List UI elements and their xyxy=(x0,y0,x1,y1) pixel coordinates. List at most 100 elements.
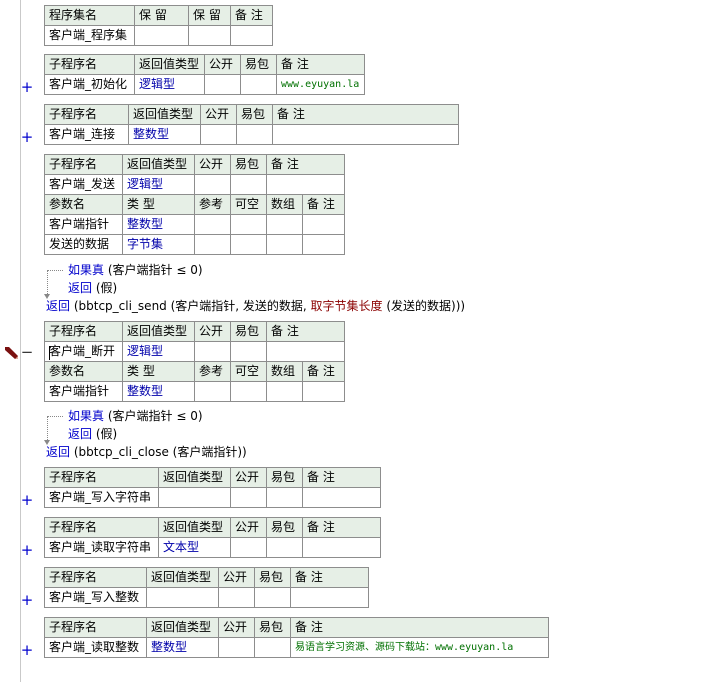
param-type-cell[interactable]: 字节集 xyxy=(122,234,195,255)
note-cell[interactable] xyxy=(290,587,369,608)
epackage-cell[interactable] xyxy=(240,74,277,95)
return-type-header: 返回值类型 xyxy=(134,54,205,75)
expand-icon[interactable]: + xyxy=(20,80,34,95)
sub-name-cell[interactable]: 客户端_断开 xyxy=(44,341,123,362)
param-optional-cell[interactable] xyxy=(230,234,267,255)
epackage-cell[interactable] xyxy=(266,487,303,508)
keyword: 如果真 xyxy=(68,409,105,423)
param-array-cell[interactable] xyxy=(266,214,303,235)
sub-name-cell[interactable]: 客户端_初始化 xyxy=(44,74,135,95)
public-header: 公开 xyxy=(204,54,241,75)
param-name-cell[interactable]: 客户端指针 xyxy=(44,381,123,402)
sub-table-read-int: 子程序名 返回值类型 公开 易包 备 注 客户端_读取整数 整数型 易语言学习资… xyxy=(44,617,549,658)
public-cell[interactable] xyxy=(200,124,237,145)
public-cell[interactable] xyxy=(194,174,231,195)
note-cell[interactable] xyxy=(266,341,345,362)
param-name-cell[interactable]: 发送的数据 xyxy=(44,234,123,255)
note-cell[interactable]: 易语言学习资源、源码下载站：www.eyuyan.la xyxy=(290,637,549,658)
keyword: 返回 xyxy=(68,427,93,441)
return-type-cell[interactable] xyxy=(158,487,231,508)
sub-name-cell[interactable]: 客户端_读取字符串 xyxy=(44,537,159,558)
sub-name-cell[interactable]: 客户端_发送 xyxy=(44,174,123,195)
public-cell[interactable] xyxy=(204,74,241,95)
epackage-cell[interactable] xyxy=(266,537,303,558)
sub-table-send: 子程序名 返回值类型 公开 易包 备 注 客户端_发送 逻辑型 参数名 类 型 … xyxy=(44,154,345,255)
return-type-cell[interactable]: 逻辑型 xyxy=(122,341,195,362)
param-note-cell[interactable] xyxy=(302,234,345,255)
sub-table-init: 子程序名 返回值类型 公开 易包 备 注 客户端_初始化 逻辑型 www.eyu… xyxy=(44,54,365,95)
public-cell[interactable] xyxy=(194,341,231,362)
param-note-cell[interactable] xyxy=(302,214,345,235)
code-line-if[interactable]: 如果真 (客户端指针 ≤ 0) xyxy=(68,262,203,278)
param-array-header: 数组 xyxy=(266,194,303,215)
sub-name-header: 子程序名 xyxy=(44,467,159,488)
param-type-cell[interactable]: 整数型 xyxy=(122,214,195,235)
code-line-return-final[interactable]: 返回 (bbtcp_cli_send (客户端指针, 发送的数据, 取字节集长度… xyxy=(46,298,465,314)
return-type-cell[interactable]: 整数型 xyxy=(146,637,219,658)
reserve-cell[interactable] xyxy=(188,25,231,46)
assembly-name-cell[interactable]: 客户端_程序集 xyxy=(44,25,135,46)
public-header: 公开 xyxy=(200,104,237,125)
note-cell[interactable] xyxy=(302,487,381,508)
code-line-return-final[interactable]: 返回 (bbtcp_cli_close (客户端指针)) xyxy=(46,444,247,460)
param-ref-cell[interactable] xyxy=(194,214,231,235)
public-cell[interactable] xyxy=(218,637,255,658)
sub-name-header: 子程序名 xyxy=(44,54,135,75)
param-optional-cell[interactable] xyxy=(230,381,267,402)
sub-name-cell[interactable]: 客户端_写入字符串 xyxy=(44,487,159,508)
expand-icon[interactable]: + xyxy=(20,493,34,508)
epackage-header: 易包 xyxy=(266,517,303,538)
sub-name-header: 子程序名 xyxy=(44,321,123,342)
return-type-cell[interactable] xyxy=(146,587,219,608)
note-cell[interactable]: www.eyuyan.la xyxy=(276,74,365,95)
param-ref-cell[interactable] xyxy=(194,381,231,402)
epackage-cell[interactable] xyxy=(230,341,267,362)
param-ref-cell[interactable] xyxy=(194,234,231,255)
reserve-cell[interactable] xyxy=(134,25,189,46)
note-header: 备 注 xyxy=(230,5,273,26)
code-text: (bbtcp_cli_close (客户端指针)) xyxy=(70,445,247,459)
sub-name-cell[interactable]: 客户端_写入整数 xyxy=(44,587,147,608)
param-array-cell[interactable] xyxy=(266,381,303,402)
param-type-cell[interactable]: 整数型 xyxy=(122,381,195,402)
public-cell[interactable] xyxy=(230,487,267,508)
expand-icon[interactable]: + xyxy=(20,593,34,608)
expand-icon[interactable]: + xyxy=(20,643,34,658)
code-line-return[interactable]: 返回 (假) xyxy=(68,426,117,442)
param-name-cell[interactable]: 客户端指针 xyxy=(44,214,123,235)
epackage-cell[interactable] xyxy=(254,637,291,658)
expand-icon[interactable]: + xyxy=(20,130,34,145)
return-type-cell[interactable]: 整数型 xyxy=(128,124,201,145)
code-text: (假) xyxy=(92,427,118,441)
note-cell[interactable] xyxy=(266,174,345,195)
note-cell[interactable] xyxy=(272,124,459,145)
note-header: 备 注 xyxy=(276,54,365,75)
return-type-cell[interactable]: 文本型 xyxy=(158,537,231,558)
param-note-cell[interactable] xyxy=(302,381,345,402)
note-cell[interactable] xyxy=(230,25,273,46)
sub-name-cell[interactable]: 客户端_连接 xyxy=(44,124,129,145)
public-cell[interactable] xyxy=(230,537,267,558)
public-header: 公开 xyxy=(194,154,231,175)
code-line-return[interactable]: 返回 (假) xyxy=(68,280,117,296)
return-type-cell[interactable]: 逻辑型 xyxy=(134,74,205,95)
return-type-cell[interactable]: 逻辑型 xyxy=(122,174,195,195)
sub-name-cell[interactable]: 客户端_读取整数 xyxy=(44,637,147,658)
note-header: 备 注 xyxy=(290,567,369,588)
epackage-cell[interactable] xyxy=(236,124,273,145)
collapse-icon[interactable]: − xyxy=(20,345,34,360)
param-note-header: 备 注 xyxy=(302,361,345,382)
expand-icon[interactable]: + xyxy=(20,543,34,558)
param-array-cell[interactable] xyxy=(266,234,303,255)
sub-name-header: 子程序名 xyxy=(44,104,129,125)
function-name: 取字节集长度 xyxy=(310,299,383,313)
param-type-header: 类 型 xyxy=(122,361,195,382)
note-cell[interactable] xyxy=(302,537,381,558)
param-optional-cell[interactable] xyxy=(230,214,267,235)
return-type-header: 返回值类型 xyxy=(128,104,201,125)
epackage-cell[interactable] xyxy=(230,174,267,195)
epackage-cell[interactable] xyxy=(254,587,291,608)
sub-name-header: 子程序名 xyxy=(44,567,147,588)
public-cell[interactable] xyxy=(218,587,255,608)
code-line-if[interactable]: 如果真 (客户端指针 ≤ 0) xyxy=(68,408,203,424)
